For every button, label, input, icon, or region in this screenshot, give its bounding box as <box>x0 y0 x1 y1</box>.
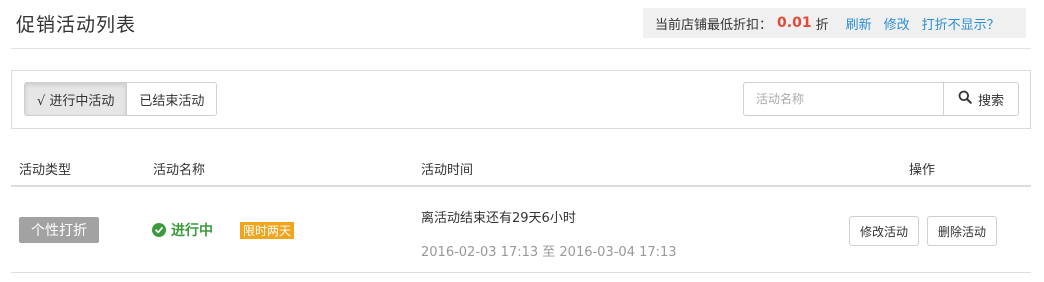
filter-bar: √ 进行中活动 已结束活动 搜索 <box>11 70 1031 129</box>
min-discount-unit: 折 <box>815 17 829 33</box>
discount-not-shown-link[interactable]: 打折不显示？ <box>922 14 1000 33</box>
check-circle-icon <box>152 223 166 237</box>
refresh-link[interactable]: 刷新 <box>846 14 872 33</box>
status-badge: 进行中 <box>152 220 213 240</box>
time-limit-tag: 限时两天 <box>240 222 295 239</box>
row-divider <box>11 272 1031 273</box>
activity-type-badge: 个性打折 <box>19 217 99 243</box>
search-icon <box>958 90 978 108</box>
table-header-divider <box>11 185 1031 187</box>
delete-activity-button[interactable]: 删除活动 <box>927 216 997 246</box>
min-discount-label: 当前店铺最低折扣： <box>655 17 773 33</box>
search-input[interactable] <box>743 82 944 116</box>
activity-time-range: 2016-02-03 17:13 至 2016-03-04 17:13 <box>421 245 677 260</box>
edit-discount-link[interactable]: 修改 <box>884 14 910 33</box>
remaining-time: 离活动结束还有29天6小时 <box>421 211 576 226</box>
search-button[interactable]: 搜索 <box>943 82 1019 116</box>
status-tabs: √ 进行中活动 已结束活动 <box>24 82 218 116</box>
search-button-label: 搜索 <box>977 93 1004 109</box>
column-header-actions: 操作 <box>909 163 936 178</box>
title-divider <box>11 48 1031 49</box>
column-header-type: 活动类型 <box>19 163 72 178</box>
status-text: 进行中 <box>171 223 213 239</box>
tab-ended[interactable]: 已结束活动 <box>127 83 217 115</box>
min-discount-panel: 当前店铺最低折扣： 0.01 折 刷新 修改 打折不显示？ <box>643 8 1026 38</box>
tab-ongoing[interactable]: √ 进行中活动 <box>25 83 128 115</box>
edit-activity-button[interactable]: 修改活动 <box>849 216 919 246</box>
page-title: 促销活动列表 <box>16 14 137 36</box>
min-discount-value: 0.01 <box>777 15 812 31</box>
column-header-name: 活动名称 <box>153 163 206 178</box>
column-header-time: 活动时间 <box>421 163 474 178</box>
